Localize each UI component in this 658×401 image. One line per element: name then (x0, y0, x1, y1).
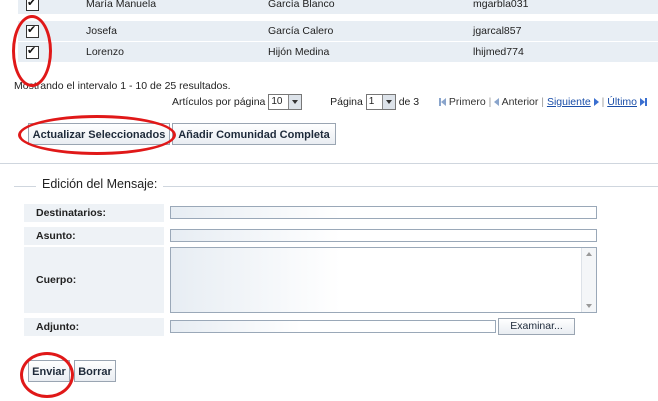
recipients-field[interactable] (170, 206, 597, 219)
next-page-icon[interactable] (593, 98, 599, 106)
per-page-select[interactable]: 10 (268, 94, 303, 110)
attachment-label: Adjunto: (24, 318, 164, 336)
page-count: de 3 (398, 95, 420, 108)
next-page-link[interactable]: Siguiente (547, 96, 591, 108)
add-community-button[interactable]: Añadir Comunidad Completa (172, 123, 336, 145)
scroll-up-icon[interactable] (586, 252, 592, 256)
prev-page-link[interactable]: Anterior (502, 96, 539, 108)
first-page-link[interactable]: Primero (449, 96, 486, 108)
send-button[interactable]: Enviar (28, 360, 70, 382)
subject-field[interactable] (170, 229, 597, 242)
last-name-cell: García Blanco (268, 0, 335, 10)
scrollbar[interactable] (581, 248, 596, 312)
first-name-cell: Josefa (86, 25, 117, 37)
per-page-label: Artículos por página (172, 95, 266, 108)
table-row[interactable]: Josefa García Calero jgarcal857 (18, 21, 658, 42)
row-checkbox[interactable] (26, 0, 39, 11)
table-row[interactable]: María Manuela García Blanco mgarbla031 (18, 0, 658, 15)
prev-page-icon (494, 98, 500, 106)
body-textarea[interactable] (170, 247, 597, 313)
chevron-down-icon (381, 95, 395, 109)
last-name-cell: Hijón Medina (268, 46, 330, 58)
last-name-cell: García Calero (268, 25, 334, 37)
username-cell: mgarbla031 (473, 0, 529, 10)
page-select[interactable]: 1 (365, 94, 396, 110)
results-info: Mostrando el intervalo 1 - 10 de 25 resu… (14, 80, 231, 92)
scroll-down-icon[interactable] (586, 304, 592, 308)
first-name-cell: María Manuela (86, 0, 157, 10)
table-row[interactable]: Lorenzo Hijón Medina lhijmed774 (18, 42, 658, 63)
subject-label: Asunto: (24, 227, 164, 245)
row-checkbox[interactable] (26, 23, 39, 38)
username-cell: lhijmed774 (473, 46, 524, 58)
divider (0, 163, 658, 164)
delete-button[interactable]: Borrar (74, 360, 116, 382)
browse-button[interactable]: Examinar... (498, 318, 575, 335)
first-name-cell: Lorenzo (86, 46, 124, 58)
last-page-link[interactable]: Último (607, 96, 637, 108)
pagination-bar: Artículos por página 10 Página 1 de 3 Pr… (172, 94, 647, 110)
message-section-title: Edición del Mensaje: (36, 177, 164, 191)
attachment-field[interactable] (170, 320, 496, 333)
username-cell: jgarcal857 (473, 25, 522, 37)
chevron-down-icon (288, 95, 302, 109)
update-selected-button[interactable]: Actualizar Seleccionados (28, 123, 170, 145)
body-label: Cuerpo: (24, 247, 164, 313)
page-label: Página (330, 95, 363, 108)
recipients-label: Destinatarios: (24, 204, 164, 222)
row-checkbox[interactable] (26, 44, 39, 59)
